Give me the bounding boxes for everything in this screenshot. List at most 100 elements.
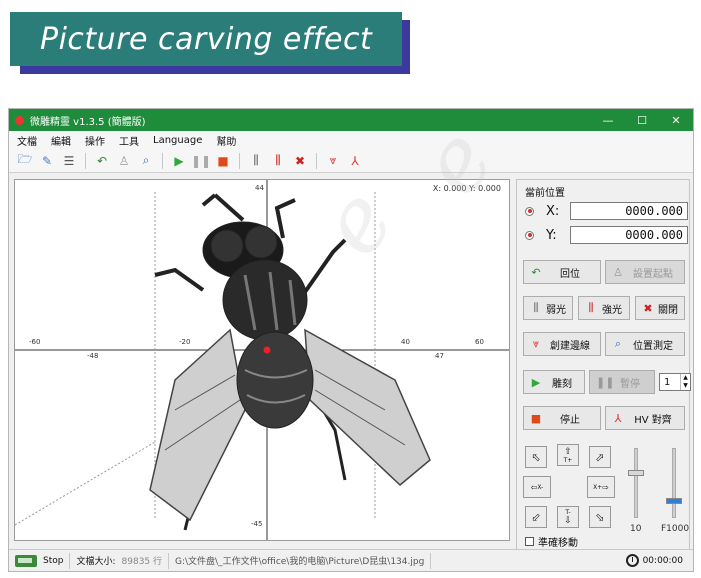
machine-status-icon [15,554,37,567]
x-position-row: X: 0000.000 [525,202,688,220]
arrow-up-right-icon: ⬀ [595,450,605,464]
menu-file[interactable]: 文檔 [17,133,37,148]
jog-t-minus-button[interactable]: T- ⇩ [557,506,579,528]
current-position-title: 當前位置 [525,188,565,199]
power-slider-track[interactable] [634,448,638,518]
engrave-button[interactable]: ▶ 雕刻 [523,370,585,394]
repeat-count-stepper[interactable]: 1 ▲ ▼ [659,373,691,391]
stop-icon: ■ [530,411,542,425]
menu-help[interactable]: 幫助 [216,133,236,148]
tick-x-neg20: -20 [179,338,191,346]
pause-button[interactable]: ❚❚ 暫停 [589,370,655,394]
create-border-button[interactable]: ⩔ 創建邊線 [523,332,601,356]
control-panel: 當前位置 X: 0000.000 Y: 0000.000 ↶ 回位 ♙ 設置起點… [516,179,691,551]
align-icon[interactable]: ⅄ [347,153,363,169]
weak-laser-icon[interactable]: ⫼ [248,153,264,169]
play-icon[interactable]: ▶ [171,153,187,169]
jog-down-left-button[interactable]: ⬃ [525,506,547,528]
pause-icon[interactable]: ❚❚ [191,153,211,169]
file-size-label: 文檔大小: [76,557,116,567]
magnifier-icon: ⌕ [614,337,622,350]
arrow-right-icon: ⇨ [602,482,609,492]
fine-move-row[interactable]: 準確移動 [525,534,578,549]
align-icon: ⅄ [614,411,622,425]
banner-title: Picture carving effect [40,21,373,57]
fly-illustration [149,193,431,531]
jog-up-right-button[interactable]: ⬀ [589,446,611,468]
strong-light-button[interactable]: ⫼ 強光 [578,296,630,320]
engraving-canvas[interactable]: X: 0.000 Y: 0.000 -60 -48 -20 40 47 60 4… [14,179,510,541]
border-icon[interactable]: ⩔ [325,153,341,169]
close-button[interactable]: ✕ [659,114,693,127]
tick-y-neg45: -45 [251,520,263,528]
jog-t-plus-button[interactable]: ⇧ T+ [557,444,579,466]
arrow-up-icon: ⇧ [564,446,572,457]
status-bar: Stop 文檔大小: 89835 行 G:\文件盘\_工作文件\office\我… [9,549,693,571]
strong-laser-icon[interactable]: ⫼ [270,153,286,169]
speed-slider-track[interactable] [672,448,676,518]
diagonal-guide [15,441,156,526]
app-window: 微雕精靈 v1.3.5 (簡體版) — ☐ ✕ 文檔 編輯 操作 工具 Lang… [8,108,694,572]
stop-button[interactable]: ■ 停止 [523,406,601,430]
undo-icon[interactable]: ↶ [94,153,110,169]
jog-down-right-button[interactable]: ⬂ [589,506,611,528]
home-arrow-icon: ↶ [531,265,541,279]
app-icon [15,115,24,125]
hv-align-button[interactable]: ⅄ HV 對齊 [605,406,685,430]
minimize-button[interactable]: — [591,114,625,127]
tick-x-neg60: -60 [29,338,41,346]
settings-sliders-icon[interactable]: ☰ [61,153,77,169]
weak-light-button[interactable]: ⫼ 弱光 [523,296,573,320]
menu-operate[interactable]: 操作 [85,133,105,148]
jog-up-left-button[interactable]: ⬁ [525,446,547,468]
toolbar-separator [85,152,86,169]
window-title: 微雕精靈 v1.3.5 (簡體版) [30,116,146,128]
jog-x-minus-button[interactable]: ⇦ X- [523,476,551,498]
speed-slider-caption: F1000 [661,524,690,534]
pause-icon: ❚❚ [596,375,615,389]
power-slider-thumb[interactable] [628,470,644,476]
position-measure-button[interactable]: ⌕ 位置測定 [605,332,685,356]
arrow-down-icon: ⇩ [564,515,572,526]
arrow-up-left-icon: ⬁ [531,450,541,464]
tick-x-neg48: -48 [87,352,99,360]
play-icon: ▶ [531,375,541,389]
speed-slider-thumb[interactable] [666,498,682,504]
file-size-value: 89835 行 [121,557,163,567]
tick-x-40: 40 [401,338,410,346]
close-light-button[interactable]: ✖ 關閉 [635,296,685,320]
x-label: X: [546,203,560,219]
banner: Picture carving effect [10,12,402,66]
tick-x-47: 47 [435,352,444,360]
stepper-arrows-icon[interactable]: ▲ ▼ [680,374,690,390]
stop-icon[interactable]: ■ [215,153,231,169]
x-position-field[interactable]: 0000.000 [570,202,688,220]
arrow-down-right-icon: ⬂ [595,510,605,524]
y-radio[interactable] [525,230,534,240]
y-position-row: Y: 0000.000 [525,226,688,244]
window-controls: — ☐ ✕ [591,114,693,127]
set-origin-button[interactable]: ♙ 設置起點 [605,260,685,284]
y-position-field[interactable]: 0000.000 [570,226,688,244]
tick-x-60: 60 [475,338,484,346]
menu-tools[interactable]: 工具 [119,133,139,148]
edit-pen-icon[interactable]: ✎ [39,153,55,169]
x-radio[interactable] [525,206,534,216]
file-size: 文檔大小: 89835 行 [70,552,170,569]
fine-move-label: 準確移動 [538,538,578,549]
jog-x-plus-button[interactable]: X+ ⇨ [587,476,615,498]
zoom-icon[interactable]: ⌕ [138,153,154,169]
toolbar: 🗁 ✎ ☰ ↶ ♙ ⌕ ▶ ❚❚ ■ ⫼ ⫼ ✖ ⩔ ⅄ [9,149,693,173]
toolbar-separator [316,152,317,169]
menu-language[interactable]: Language [153,135,202,146]
tick-y-44: 44 [255,184,264,192]
arrow-left-icon: ⇦ [530,482,538,492]
open-file-icon[interactable]: 🗁 [17,152,33,169]
home-button[interactable]: ↶ 回位 [523,260,601,284]
y-label: Y: [546,227,557,243]
laser-off-icon[interactable]: ✖ [292,153,308,169]
menu-edit[interactable]: 編輯 [51,133,71,148]
fine-move-checkbox[interactable] [525,537,534,546]
maximize-button[interactable]: ☐ [625,114,659,127]
user-icon[interactable]: ♙ [116,153,132,169]
